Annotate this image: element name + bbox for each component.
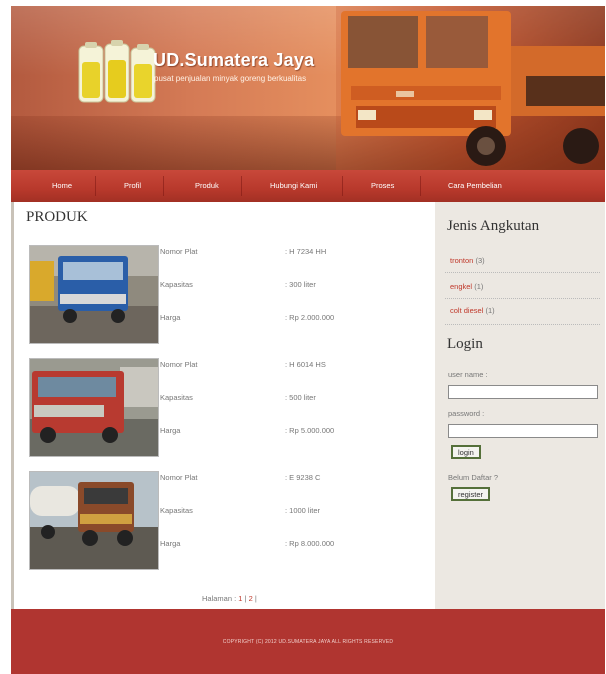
capacity-value: : 1000 liter <box>285 506 321 515</box>
category-link-colt-diesel[interactable]: colt diesel <box>450 306 483 315</box>
plate-value: : H 6014 HS <box>285 360 326 369</box>
login-title: Login <box>447 336 483 352</box>
footer: COPYRIGHT (C) 2012 UD.SUMATERA JAYA ALL … <box>11 609 605 674</box>
nav-produk[interactable]: Produk <box>195 181 219 190</box>
password-label: password : <box>448 409 485 418</box>
plate-value: : H 7234 HH <box>285 247 327 256</box>
password-input[interactable] <box>448 424 598 438</box>
product-photo[interactable] <box>29 358 159 457</box>
truck-banner-image <box>336 6 605 170</box>
capacity-label: Kapasitas <box>160 280 193 289</box>
categories-title: Jenis Angkutan <box>447 218 540 234</box>
copyright-text: COPYRIGHT (C) 2012 UD.SUMATERA JAYA ALL … <box>222 639 394 645</box>
nav-home[interactable]: Home <box>52 181 72 190</box>
tanker-truck-image <box>30 472 158 569</box>
category-count: (1) <box>485 306 495 315</box>
signup-prompt: Belum Daftar ? <box>448 473 499 482</box>
username-label: user name : <box>448 370 488 379</box>
nav-cara-pembelian[interactable]: Cara Pembelian <box>448 181 502 190</box>
price-value: : Rp 2.000.000 <box>285 313 335 322</box>
red-truck-image <box>30 359 158 456</box>
price-value: : Rp 8.000.000 <box>285 539 335 548</box>
blue-truck-image <box>30 246 158 343</box>
site-tagline: pusat penjualan minyak goreng berkualita… <box>154 74 307 83</box>
pagination-label: Halaman : <box>202 594 239 603</box>
sidebar: Jenis Angkutan tronton (3) engkel (1) co… <box>435 202 605 609</box>
nav-profil[interactable]: Profil <box>124 181 141 190</box>
category-link-engkel[interactable]: engkel <box>450 282 472 291</box>
price-label: Harga <box>160 539 181 548</box>
register-button[interactable]: register <box>451 487 491 501</box>
category-item: engkel (1) <box>450 282 483 291</box>
category-link-tronton[interactable]: tronton <box>450 256 473 265</box>
nav-hubungi-kami[interactable]: Hubungi Kami <box>270 181 317 190</box>
price-label: Harga <box>160 313 181 322</box>
main-nav: Home Profil Produk Hubungi Kami Proses C… <box>11 170 605 202</box>
price-label: Harga <box>160 426 181 435</box>
capacity-value: : 300 liter <box>285 280 316 289</box>
capacity-label: Kapasitas <box>160 506 193 515</box>
login-button[interactable]: login <box>451 445 481 459</box>
header-banner: UD.Sumatera Jaya pusat penjualan minyak … <box>11 6 605 170</box>
cooking-oil-bottles-logo <box>78 40 156 103</box>
username-input[interactable] <box>448 385 598 399</box>
category-item: colt diesel (1) <box>450 306 495 315</box>
nav-proses[interactable]: Proses <box>371 181 394 190</box>
product-item: Nomor Plat : E 9238 C Kapasitas : 1000 l… <box>29 471 419 571</box>
product-item: Nomor Plat : H 7234 HH Kapasitas : 300 l… <box>29 245 419 345</box>
category-item: tronton (3) <box>450 256 485 265</box>
product-list-section: PRODUK Nomor Plat : H 7234 HH Kapasitas <box>11 202 438 609</box>
pagination: Halaman : 1 | 2 | <box>202 594 257 603</box>
product-photo[interactable] <box>29 245 159 344</box>
plate-label: Nomor Plat <box>160 247 198 256</box>
category-count: (3) <box>475 256 485 265</box>
capacity-label: Kapasitas <box>160 393 193 402</box>
product-item: Nomor Plat : H 6014 HS Kapasitas : 500 l… <box>29 358 419 458</box>
product-photo[interactable] <box>29 471 159 570</box>
plate-value: : E 9238 C <box>285 473 321 482</box>
page-title: PRODUK <box>26 209 88 225</box>
plate-label: Nomor Plat <box>160 360 198 369</box>
site-title: UD.Sumatera Jaya <box>153 50 315 70</box>
category-count: (1) <box>474 282 484 291</box>
plate-label: Nomor Plat <box>160 473 198 482</box>
capacity-value: : 500 liter <box>285 393 316 402</box>
page: UD.Sumatera Jaya pusat penjualan minyak … <box>11 6 605 674</box>
price-value: : Rp 5.000.000 <box>285 426 335 435</box>
